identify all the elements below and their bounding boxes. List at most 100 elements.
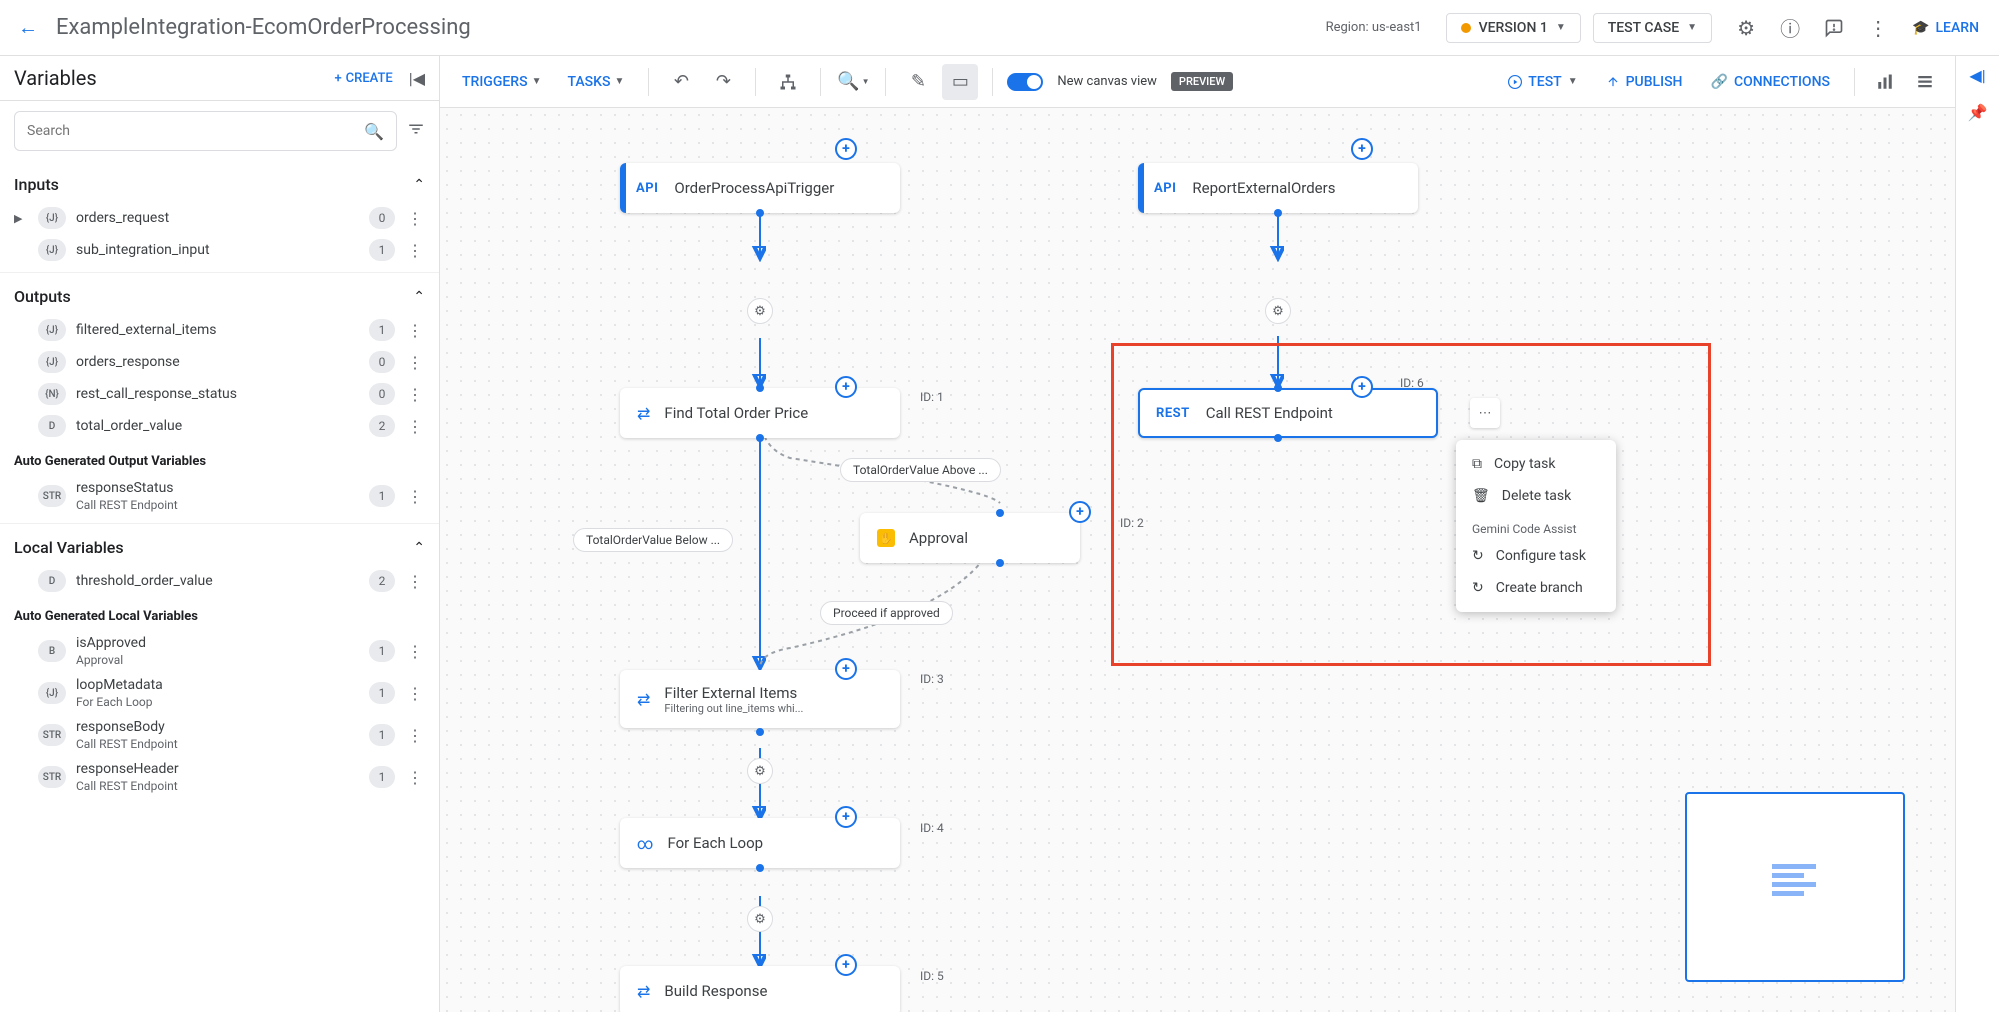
variable-row[interactable]: STR responseStatus Call REST Endpoint 1⋮ (14, 475, 425, 517)
logs-icon[interactable] (1907, 64, 1943, 100)
port-dot[interactable] (756, 434, 764, 442)
canvas[interactable]: API OrderProcessApiTrigger + ⚙ ⇄ Find To… (440, 108, 1955, 1012)
more-icon[interactable]: ⋮ (405, 417, 425, 436)
overflow-icon[interactable]: ⋮ (1856, 6, 1900, 50)
more-icon[interactable]: ⋮ (405, 321, 425, 340)
view-mode-icon[interactable]: ▭ (942, 64, 978, 100)
more-icon[interactable]: ⋮ (405, 487, 425, 506)
more-icon[interactable]: ⋮ (405, 209, 425, 228)
port-dot[interactable] (756, 864, 764, 872)
more-icon[interactable]: ⋮ (405, 353, 425, 372)
variable-row[interactable]: {J} loopMetadataFor Each Loop 1⋮ (14, 672, 425, 714)
canvas-view-toggle[interactable] (1007, 73, 1043, 91)
task-node[interactable]: ∞ For Each Loop (620, 818, 900, 868)
create-variable-button[interactable]: + CREATE (334, 71, 392, 86)
publish-button[interactable]: PUBLISH (1594, 74, 1695, 90)
add-node-button[interactable]: + (835, 376, 857, 398)
variable-row[interactable]: {J} sub_integration_input 1 ⋮ (14, 234, 425, 266)
edge-label[interactable]: TotalOrderValue Below ... (573, 528, 733, 552)
task-node[interactable]: ⇄ Build Response (620, 966, 900, 1012)
feedback-icon[interactable] (1812, 6, 1856, 50)
back-button[interactable]: ← (8, 15, 48, 40)
more-icon[interactable]: ⋮ (405, 642, 425, 661)
more-icon[interactable]: ⋮ (405, 768, 425, 787)
add-node-button[interactable]: + (835, 806, 857, 828)
more-icon[interactable]: ⋮ (405, 726, 425, 745)
settings-connector-icon[interactable]: ⚙ (1265, 298, 1291, 324)
locals-section-header[interactable]: Local Variables ⌃ (14, 530, 425, 565)
variable-row[interactable]: {N}rest_call_response_status0⋮ (14, 378, 425, 410)
trigger-node[interactable]: API ReportExternalOrders (1138, 163, 1418, 213)
search-input[interactable] (27, 123, 364, 139)
test-button[interactable]: TEST▼ (1496, 74, 1589, 90)
settings-connector-icon[interactable]: ⚙ (747, 758, 773, 784)
version-selector[interactable]: VERSION 1 ▼ (1446, 13, 1581, 43)
variable-row[interactable]: Dtotal_order_value2⋮ (14, 410, 425, 442)
add-node-button[interactable]: + (835, 658, 857, 680)
panel-collapse-icon[interactable]: ◀| (1969, 66, 1985, 85)
analytics-icon[interactable] (1867, 64, 1903, 100)
add-node-button[interactable]: + (835, 954, 857, 976)
zoom-button[interactable]: 🔍▼ (835, 64, 871, 100)
brush-icon[interactable]: ✎ (900, 64, 936, 100)
add-node-button[interactable]: + (1069, 501, 1091, 523)
redo-button[interactable]: ↷ (705, 64, 741, 100)
collapse-sidebar-button[interactable]: |◀ (409, 69, 425, 88)
undo-button[interactable]: ↶ (663, 64, 699, 100)
variable-row[interactable]: Dthreshold_order_value2⋮ (14, 565, 425, 597)
more-icon[interactable]: ⋮ (405, 385, 425, 404)
port-dot[interactable] (996, 559, 1004, 567)
add-node-button[interactable]: + (1351, 138, 1373, 160)
outputs-section-header[interactable]: Outputs ⌃ (14, 279, 425, 314)
create-branch-item[interactable]: ↻Create branch (1456, 572, 1616, 604)
port-dot[interactable] (756, 728, 764, 736)
settings-icon[interactable]: ⚙ (1724, 6, 1768, 50)
delete-task-item[interactable]: 🗑Delete task (1456, 480, 1616, 512)
minimap[interactable] (1685, 792, 1905, 982)
pin-icon[interactable]: 📌 (1968, 103, 1988, 122)
layout-button[interactable] (770, 64, 806, 100)
triggers-menu[interactable]: TRIGGERS▼ (452, 74, 551, 90)
variable-row[interactable]: ▶ {J} orders_request 0 ⋮ (14, 202, 425, 234)
learn-button[interactable]: 🎓 LEARN (1900, 20, 1991, 36)
filter-button[interactable] (407, 120, 425, 143)
edge-label[interactable]: TotalOrderValue Above ... (840, 458, 1001, 482)
tasks-menu[interactable]: TASKS▼ (557, 74, 634, 90)
tasks-label: TASKS (567, 74, 610, 90)
more-icon[interactable]: ⋮ (405, 572, 425, 591)
connections-label: CONNECTIONS (1734, 74, 1830, 90)
port-dot[interactable] (756, 209, 764, 217)
variable-name: threshold_order_value (76, 573, 359, 589)
variable-sub: Call REST Endpoint (76, 779, 359, 793)
more-icon[interactable]: ⋮ (405, 241, 425, 260)
port-dot[interactable] (1274, 209, 1282, 217)
trigger-node[interactable]: API OrderProcessApiTrigger (620, 163, 900, 213)
task-node[interactable]: ⇄ Find Total Order Price (620, 388, 900, 438)
configure-task-item[interactable]: ↻Configure task (1456, 540, 1616, 572)
port-dot[interactable] (756, 384, 764, 392)
variable-row[interactable]: B isApprovedApproval 1⋮ (14, 630, 425, 672)
variable-row[interactable]: {J}filtered_external_items1⋮ (14, 314, 425, 346)
more-icon[interactable]: ⋮ (405, 684, 425, 703)
right-rail: ◀| 📌 (1955, 56, 1999, 1012)
task-node-approval[interactable]: ✋ Approval (860, 513, 1080, 563)
variable-row[interactable]: STR responseHeaderCall REST Endpoint 1⋮ (14, 756, 425, 798)
expand-icon[interactable]: ▶ (14, 212, 28, 225)
settings-connector-icon[interactable]: ⚙ (747, 298, 773, 324)
copy-task-item[interactable]: ⧉Copy task (1456, 448, 1616, 480)
inputs-section-header[interactable]: Inputs ⌃ (14, 167, 425, 202)
connections-button[interactable]: 🔗 CONNECTIONS (1699, 74, 1843, 90)
menu-label: Create branch (1496, 580, 1583, 596)
canvas-toolbar: TRIGGERS▼ TASKS▼ ↶ ↷ 🔍▼ ✎ ▭ New canvas v… (440, 56, 1955, 108)
port-dot[interactable] (996, 509, 1004, 517)
variable-name: isApproved (76, 635, 359, 651)
testcase-selector[interactable]: TEST CASE ▼ (1593, 13, 1712, 43)
info-icon[interactable]: ⓘ (1768, 6, 1812, 50)
variable-row[interactable]: {J}orders_response0⋮ (14, 346, 425, 378)
edge-label[interactable]: Proceed if approved (820, 601, 953, 625)
settings-connector-icon[interactable]: ⚙ (747, 906, 773, 932)
node-sublabel: Filtering out line_items whi... (664, 702, 803, 715)
variable-row[interactable]: STR responseBodyCall REST Endpoint 1⋮ (14, 714, 425, 756)
add-node-button[interactable]: + (835, 138, 857, 160)
task-node[interactable]: ⇄ Filter External Items Filtering out li… (620, 670, 900, 728)
